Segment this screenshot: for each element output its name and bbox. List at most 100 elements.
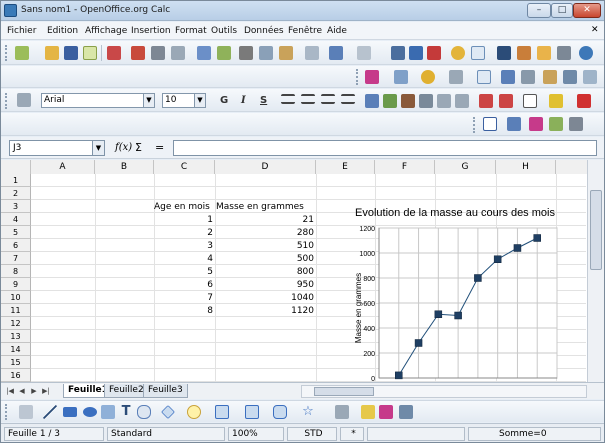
flowchart-icon[interactable] xyxy=(245,405,259,419)
redo-icon[interactable] xyxy=(357,46,371,60)
cut-icon[interactable] xyxy=(239,46,253,60)
prev-sheet-icon[interactable]: ◀ xyxy=(17,386,27,396)
stars-icon[interactable]: ☆ xyxy=(301,405,315,419)
block-arrows-icon[interactable] xyxy=(215,405,229,419)
last-sheet-icon[interactable]: ▶| xyxy=(41,386,51,396)
font-size-select[interactable]: 10 ▼ xyxy=(162,93,206,108)
column-header[interactable]: H xyxy=(496,160,556,174)
extrusion-icon[interactable] xyxy=(399,405,413,419)
formula-icon[interactable] xyxy=(569,117,583,131)
close-button[interactable]: ✕ xyxy=(573,3,601,18)
column-header[interactable]: F xyxy=(375,160,435,174)
function-button[interactable]: = xyxy=(155,141,164,154)
row-header[interactable]: 8 xyxy=(1,265,31,278)
chart-axes-icon[interactable] xyxy=(521,70,535,84)
sheet-tab-feuille3[interactable]: Feuille3 xyxy=(143,384,188,398)
chart-legend-icon[interactable] xyxy=(477,70,491,84)
sort-descending-icon[interactable] xyxy=(427,46,441,60)
cell-D7[interactable]: 500 xyxy=(215,253,314,266)
borders-icon[interactable] xyxy=(523,94,537,108)
open-folder-icon[interactable] xyxy=(45,46,59,60)
align-right-icon[interactable] xyxy=(321,94,335,104)
toolbar-grip[interactable] xyxy=(5,404,8,420)
fontwork-icon[interactable] xyxy=(361,405,375,419)
cell-D5[interactable]: 280 xyxy=(215,227,314,240)
find-icon[interactable] xyxy=(497,46,511,60)
menu-donnees[interactable]: Données xyxy=(244,26,284,36)
spreadsheet-grid[interactable]: A B C D E F G H 123456789101112131415161… xyxy=(1,160,604,382)
callout-icon[interactable] xyxy=(137,405,151,419)
font-color-icon[interactable] xyxy=(577,94,591,108)
status-zoom[interactable]: 100% xyxy=(228,427,284,441)
first-sheet-icon[interactable]: |◀ xyxy=(5,386,15,396)
cell-D6[interactable]: 510 xyxy=(215,240,314,253)
toolbar-grip[interactable] xyxy=(5,45,8,61)
standard-format-icon[interactable] xyxy=(419,94,433,108)
cell-D11[interactable]: 1120 xyxy=(215,305,314,318)
name-box[interactable]: J3 ▼ xyxy=(9,140,105,156)
insert-frame-icon[interactable] xyxy=(483,117,497,131)
sort-ascending-icon[interactable] xyxy=(409,46,423,60)
cell-C11[interactable]: 8 xyxy=(154,305,213,318)
column-header[interactable]: C xyxy=(154,160,215,174)
title-bar[interactable]: Sans nom1 - OpenOffice.org Calc – □ ✕ xyxy=(1,1,604,21)
decrease-indent-icon[interactable] xyxy=(479,94,493,108)
row-header[interactable]: 13 xyxy=(1,330,31,343)
chart-type-icon[interactable] xyxy=(365,70,379,84)
from-file-icon[interactable] xyxy=(379,405,393,419)
cell-C4[interactable]: 1 xyxy=(154,214,213,227)
cell-D4[interactable]: 21 xyxy=(215,214,314,227)
decimal-add-icon[interactable] xyxy=(437,94,451,108)
text-tool-icon[interactable]: T xyxy=(119,405,133,419)
vertical-scrollbar[interactable] xyxy=(587,160,604,382)
underline-button[interactable]: S xyxy=(260,95,267,106)
background-color-icon[interactable] xyxy=(549,94,563,108)
chart-table-icon[interactable] xyxy=(394,70,408,84)
column-header-partial[interactable] xyxy=(556,160,587,174)
increase-indent-icon[interactable] xyxy=(499,94,513,108)
row-header[interactable]: 15 xyxy=(1,356,31,369)
menu-outils[interactable]: Outils xyxy=(211,26,237,36)
show-draw-functions-icon[interactable] xyxy=(471,46,485,60)
currency-format-icon[interactable] xyxy=(383,94,397,108)
print-preview-icon[interactable] xyxy=(171,46,185,60)
chart-grid-icon[interactable] xyxy=(501,70,515,84)
document-close-icon[interactable]: ✕ xyxy=(591,25,599,35)
row-header[interactable]: 1 xyxy=(1,174,31,187)
sheet-tab-feuille2[interactable]: Feuille2 xyxy=(104,384,149,398)
row-header[interactable]: 9 xyxy=(1,278,31,291)
basic-shapes-icon[interactable] xyxy=(161,405,175,419)
chevron-down-icon[interactable]: ▼ xyxy=(194,94,205,107)
column-header[interactable]: E xyxy=(316,160,375,174)
ellipse-icon[interactable] xyxy=(83,407,97,417)
column-header[interactable]: B xyxy=(95,160,154,174)
chevron-down-icon[interactable]: ▼ xyxy=(92,141,104,155)
menu-fenetre[interactable]: Fenêtre xyxy=(288,26,322,36)
row-header[interactable]: 5 xyxy=(1,226,31,239)
chart-pie-icon[interactable] xyxy=(421,70,435,84)
row-header[interactable]: 2 xyxy=(1,187,31,200)
percent-format-icon[interactable] xyxy=(401,94,415,108)
datasources-icon[interactable] xyxy=(557,46,571,60)
spellcheck-icon[interactable] xyxy=(197,46,211,60)
embedded-chart[interactable]: Evolution de la masse au cours des mois … xyxy=(339,202,571,382)
align-left-icon[interactable] xyxy=(281,94,295,104)
menu-edition[interactable]: Edition xyxy=(47,26,78,36)
symbol-shapes-icon[interactable] xyxy=(187,405,201,419)
maximize-button[interactable]: □ xyxy=(551,3,573,18)
chart-3d-icon[interactable] xyxy=(583,70,597,84)
chart-icon[interactable] xyxy=(451,46,465,60)
new-document-icon[interactable] xyxy=(15,46,29,60)
row-header[interactable]: 12 xyxy=(1,317,31,330)
justify-icon[interactable] xyxy=(341,94,355,104)
italic-button[interactable]: I xyxy=(241,95,246,106)
row-header[interactable]: 7 xyxy=(1,252,31,265)
cell-D9[interactable]: 950 xyxy=(215,279,314,292)
format-paintbrush-icon[interactable] xyxy=(305,46,319,60)
cell-C9[interactable]: 6 xyxy=(154,279,213,292)
autospellcheck-icon[interactable] xyxy=(217,46,231,60)
cell-D8[interactable]: 800 xyxy=(215,266,314,279)
status-page-style[interactable]: Standard xyxy=(107,427,225,441)
formula-input[interactable] xyxy=(173,140,597,156)
select-arrow-icon[interactable] xyxy=(19,405,33,419)
